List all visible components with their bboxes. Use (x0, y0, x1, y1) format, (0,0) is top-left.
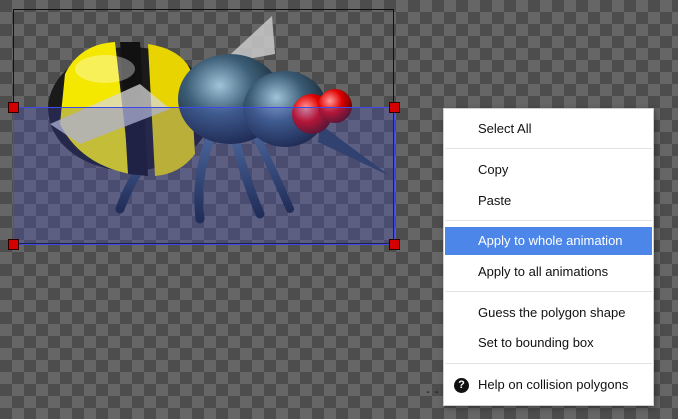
menu-separator (445, 148, 652, 149)
polygon-handle-bottom-left[interactable] (8, 239, 19, 250)
menu-item-paste[interactable]: Paste (445, 187, 652, 215)
polygon-handle-bottom-right[interactable] (389, 239, 400, 250)
menu-item-select-all[interactable]: Select All (445, 115, 652, 143)
dashed-marker: - - (426, 386, 440, 398)
menu-separator (445, 220, 652, 221)
polygon-handle-top-right[interactable] (389, 102, 400, 113)
menu-item-label: Apply to all animations (478, 264, 609, 279)
menu-item-label: Apply to whole animation (478, 233, 623, 248)
menu-item-apply-all-animations[interactable]: Apply to all animations (445, 258, 652, 286)
menu-item-guess-polygon[interactable]: Guess the polygon shape (445, 299, 652, 327)
menu-separator (445, 291, 652, 292)
menu-item-label: Set to bounding box (478, 335, 594, 350)
menu-item-label: Copy (478, 162, 509, 177)
menu-item-bounding-box[interactable]: Set to bounding box (445, 329, 652, 357)
collision-polygon[interactable] (13, 107, 395, 245)
menu-item-label: Paste (478, 193, 512, 208)
menu-item-label: Help on collision polygons (478, 377, 629, 392)
menu-separator (445, 363, 652, 364)
menu-item-label: Guess the polygon shape (478, 305, 626, 320)
menu-item-copy[interactable]: Copy (445, 156, 652, 184)
context-menu: Select All Copy Paste Apply to whole ani… (443, 108, 654, 406)
polygon-handle-top-left[interactable] (8, 102, 19, 113)
menu-item-label: Select All (478, 121, 532, 136)
help-icon: ? (454, 378, 469, 393)
menu-item-apply-whole-animation[interactable]: Apply to whole animation (445, 227, 652, 255)
menu-item-help[interactable]: ? Help on collision polygons (445, 371, 652, 399)
